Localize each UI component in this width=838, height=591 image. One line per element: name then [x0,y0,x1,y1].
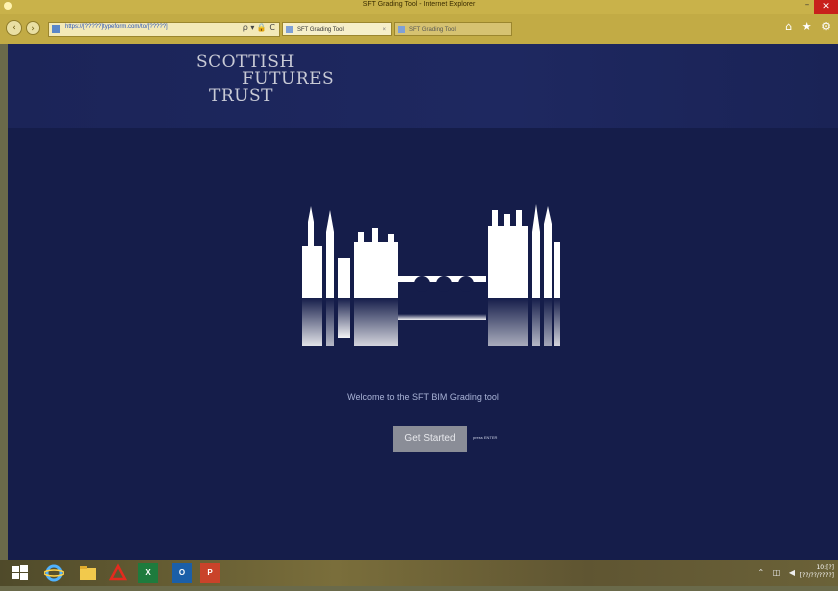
tab-label: SFT Grading Tool [297,27,344,33]
logo-line-3: TRUST [209,86,273,106]
minimize-button[interactable]: – [802,1,812,11]
address-controls[interactable]: ρ ▾ 🔒 C [243,23,275,32]
address-url[interactable]: https://[?????]typeform.com/to/[?????] [65,24,168,30]
get-started-button[interactable]: Get Started [393,426,467,452]
tab-label: SFT Grading Tool [409,27,456,33]
acrobat-icon[interactable] [108,563,128,583]
system-tray-icons[interactable]: ⌃ ◫ ◀ [758,568,799,577]
tab-favicon-icon [398,26,405,33]
tab-close-icon[interactable]: × [382,23,386,37]
address-bar[interactable]: https://[?????]typeform.com/to/[?????] ρ… [48,22,280,37]
welcome-message: Welcome to the SFT BIM Grading tool [347,392,499,402]
internet-explorer-icon[interactable] [43,563,65,583]
window-title: SFT Grading Tool - Internet Explorer [362,1,476,8]
clock-time: 10:[?] [816,564,834,571]
tab-favicon-icon [286,26,293,33]
back-button[interactable]: ‹ [6,20,22,36]
browser-toolbar: ‹ › https://[?????]typeform.com/to/[????… [0,14,838,44]
windows-start-icon[interactable] [10,563,30,583]
typeform-page: SCOTTISH FUTURES TRUST Welcome to the SF… [8,44,838,560]
close-button[interactable]: ✕ [814,0,838,14]
windows-taskbar: X O P ⌃ ◫ ◀ 10:[?] [??/??/????] [0,560,838,586]
press-enter-hint: press ENTER [473,435,498,440]
excel-icon[interactable]: X [138,563,158,583]
powerpoint-icon[interactable]: P [200,563,220,583]
forward-button[interactable]: › [26,21,40,35]
site-icon [52,25,60,33]
scottish-futures-trust-logo: SCOTTISH FUTURES TRUST [196,54,334,105]
page-header: SCOTTISH FUTURES TRUST [8,44,838,128]
outlook-icon[interactable]: O [172,563,192,583]
window-title-bar: SFT Grading Tool - Internet Explorer – ✕ [0,0,838,14]
taskbar-clock[interactable]: 10:[?] [??/??/????] [800,564,834,580]
tab-sft-grading-tool-active[interactable]: SFT Grading Tool × [282,22,392,36]
browser-home-favorites-settings-icons[interactable]: ⌂ ★ ⚙ [785,20,834,33]
tab-sft-grading-tool[interactable]: SFT Grading Tool [394,22,512,36]
file-explorer-icon[interactable] [78,563,98,583]
clock-date: [??/??/????] [799,572,834,579]
city-skyline-reflection-image [302,204,560,346]
